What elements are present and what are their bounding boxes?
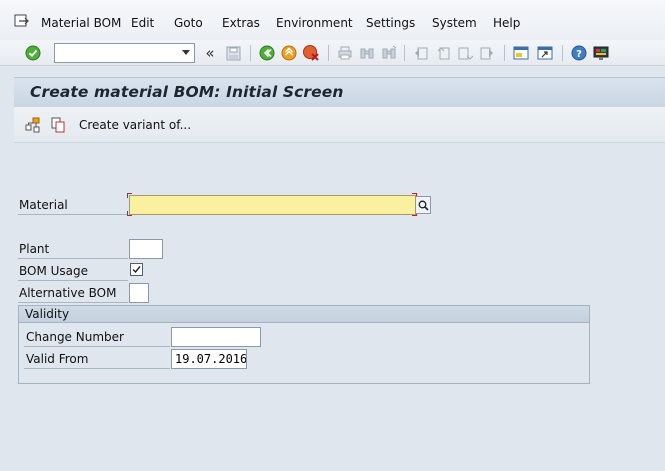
bom-structure-icon[interactable] <box>25 117 41 136</box>
exit-icon[interactable] <box>280 44 298 62</box>
valid-from-field[interactable] <box>172 350 246 368</box>
next-page-icon <box>456 44 474 62</box>
material-input[interactable] <box>129 195 416 215</box>
validity-group: Validity <box>18 305 590 384</box>
plant-label: Plant <box>19 242 50 256</box>
material-field[interactable] <box>130 196 415 214</box>
svg-text:?: ? <box>576 49 582 60</box>
menu-goto[interactable]: Goto <box>174 16 203 30</box>
menu-system[interactable]: System <box>432 16 477 30</box>
menu-extras[interactable]: Extras <box>222 16 260 30</box>
create-session-icon[interactable] <box>512 44 530 62</box>
chevron-down-icon[interactable] <box>182 50 190 55</box>
title-bar: Create material BOM: Initial Screen <box>14 77 665 107</box>
system-menu-icon[interactable] <box>14 14 30 28</box>
page-title: Create material BOM: Initial Screen <box>30 83 344 101</box>
print-icon <box>336 44 354 62</box>
change-number-input[interactable] <box>171 327 261 347</box>
last-page-icon <box>478 44 496 62</box>
customize-layout-icon[interactable] <box>592 44 610 62</box>
bom-usage-checkbox[interactable] <box>130 263 143 276</box>
command-input[interactable] <box>55 44 175 62</box>
menu-help[interactable]: Help <box>493 16 520 30</box>
validity-header: Validity <box>19 306 589 323</box>
valid-from-input[interactable] <box>171 349 247 369</box>
checkmark-icon <box>132 266 141 274</box>
alternative-bom-input[interactable] <box>129 283 149 303</box>
back-icon[interactable] <box>258 44 276 62</box>
change-number-label: Change Number <box>26 330 124 344</box>
menu-material-bom[interactable]: Material BOM <box>41 16 121 30</box>
generate-shortcut-icon[interactable] <box>536 44 554 62</box>
cancel-icon[interactable] <box>302 44 320 62</box>
material-label: Material <box>19 198 68 212</box>
history-back-icon[interactable]: « <box>202 44 218 62</box>
alternative-bom-label: Alternative BOM <box>19 286 117 300</box>
search-help-icon[interactable] <box>415 196 431 214</box>
application-toolbar: Create variant of... <box>14 107 665 143</box>
menu-settings[interactable]: Settings <box>366 16 415 30</box>
find-next-icon <box>380 44 398 62</box>
help-icon[interactable]: ? <box>570 44 588 62</box>
plant-field[interactable] <box>130 240 162 258</box>
menu-edit[interactable]: Edit <box>131 16 154 30</box>
validity-title: Validity <box>25 307 70 321</box>
alternative-bom-field[interactable] <box>130 284 148 302</box>
bom-usage-label: BOM Usage <box>19 264 89 278</box>
first-page-icon <box>412 44 430 62</box>
copy-icon[interactable] <box>50 117 66 136</box>
menu-environment[interactable]: Environment <box>276 16 353 30</box>
plant-input[interactable] <box>129 239 163 259</box>
menu-bar: Material BOM Edit Goto Extras Environmen… <box>0 0 665 44</box>
valid-from-label: Valid From <box>26 352 89 366</box>
previous-page-icon <box>434 44 452 62</box>
change-number-field[interactable] <box>172 328 260 346</box>
command-field[interactable] <box>54 43 195 63</box>
save-icon <box>224 44 242 62</box>
enter-icon[interactable] <box>24 44 42 62</box>
find-icon <box>358 44 376 62</box>
create-variant-button[interactable]: Create variant of... <box>79 118 191 132</box>
